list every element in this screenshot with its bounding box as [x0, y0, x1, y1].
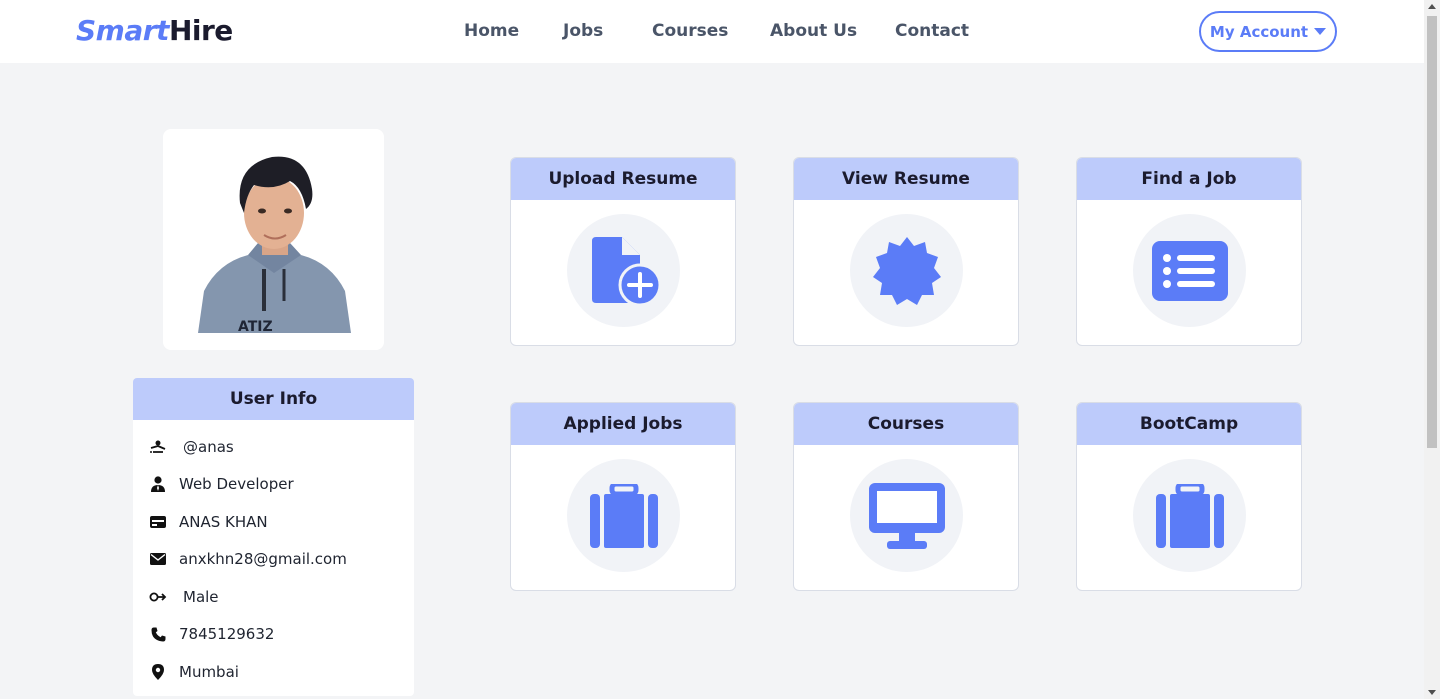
info-full-name: ANAS KHAN: [179, 513, 268, 531]
tile-upload-resume[interactable]: Upload Resume: [510, 157, 736, 346]
info-row-email: anxkhn28@gmail.com: [149, 550, 347, 568]
suitcase-icon: [1155, 483, 1224, 548]
tile-view-resume[interactable]: View Resume: [793, 157, 1019, 346]
nav-contact[interactable]: Contact: [895, 21, 969, 41]
badge-icon: [872, 236, 941, 305]
tile-title: Upload Resume: [511, 158, 735, 200]
info-row-role: Web Developer: [149, 475, 294, 493]
tile-find-a-job[interactable]: Find a Job: [1076, 157, 1302, 346]
tile-title: View Resume: [794, 158, 1018, 200]
profile-photo-card: ATIZ: [163, 129, 384, 350]
info-gender: Male: [183, 588, 219, 606]
info-row-name: ANAS KHAN: [149, 513, 268, 531]
tile-title: Find a Job: [1077, 158, 1301, 200]
info-row-phone: 7845129632: [149, 625, 274, 643]
my-account-button[interactable]: My Account: [1199, 11, 1337, 52]
nav-jobs[interactable]: Jobs: [563, 21, 603, 41]
user-info-title: User Info: [133, 378, 414, 420]
tile-bootcamp[interactable]: BootCamp: [1076, 402, 1302, 591]
info-row-location: Mumbai: [149, 663, 239, 681]
user-info-card: User Info @anas Web Developer ANAS KHAN …: [133, 378, 414, 696]
brand-logo[interactable]: SmartHire: [76, 14, 233, 47]
brand-part-1: Smart: [76, 14, 169, 47]
info-username: @anas: [183, 438, 234, 456]
top-navbar: SmartHire Home Jobs Courses About Us Con…: [0, 0, 1424, 63]
tile-applied-jobs[interactable]: Applied Jobs: [510, 402, 736, 591]
username-icon: [149, 438, 167, 456]
info-email: anxkhn28@gmail.com: [179, 550, 347, 568]
scroll-thumb[interactable]: [1427, 16, 1437, 448]
tile-icon-circle: [567, 459, 680, 572]
svg-text:ATIZ: ATIZ: [238, 319, 273, 333]
scroll-down-arrow-icon[interactable]: [1428, 690, 1436, 695]
avatar: ATIZ: [198, 151, 351, 333]
tile-title: Courses: [794, 403, 1018, 445]
phone-icon: [149, 625, 167, 643]
tile-icon-circle: [850, 214, 963, 327]
file-plus-icon: [591, 236, 661, 305]
page-scrollbar[interactable]: [1424, 0, 1440, 699]
gender-icon: [149, 588, 167, 606]
envelope-icon: [149, 550, 167, 568]
info-phone: 7845129632: [179, 625, 275, 643]
info-location: Mumbai: [179, 663, 239, 681]
info-role: Web Developer: [179, 475, 294, 493]
caret-down-icon: [1314, 28, 1327, 35]
tile-title: Applied Jobs: [511, 403, 735, 445]
tile-icon-circle: [1133, 459, 1246, 572]
list-icon: [1151, 240, 1228, 301]
user-tie-icon: [149, 475, 167, 493]
info-row-gender: Male: [149, 588, 219, 606]
my-account-label: My Account: [1209, 22, 1309, 41]
nav-courses[interactable]: Courses: [652, 21, 728, 41]
location-pin-icon: [149, 663, 167, 681]
brand-part-2: Hire: [168, 14, 233, 47]
tile-icon-circle: [1133, 214, 1246, 327]
nav-home[interactable]: Home: [464, 21, 519, 41]
id-card-icon: [149, 513, 167, 531]
suitcase-icon: [589, 483, 658, 548]
info-row-username: @anas: [149, 438, 234, 456]
scroll-up-arrow-icon[interactable]: [1428, 4, 1436, 9]
nav-about-us[interactable]: About Us: [770, 21, 857, 41]
desktop-icon: [868, 482, 945, 549]
tile-courses[interactable]: Courses: [793, 402, 1019, 591]
tile-icon-circle: [850, 459, 963, 572]
tile-title: BootCamp: [1077, 403, 1301, 445]
tile-icon-circle: [567, 214, 680, 327]
